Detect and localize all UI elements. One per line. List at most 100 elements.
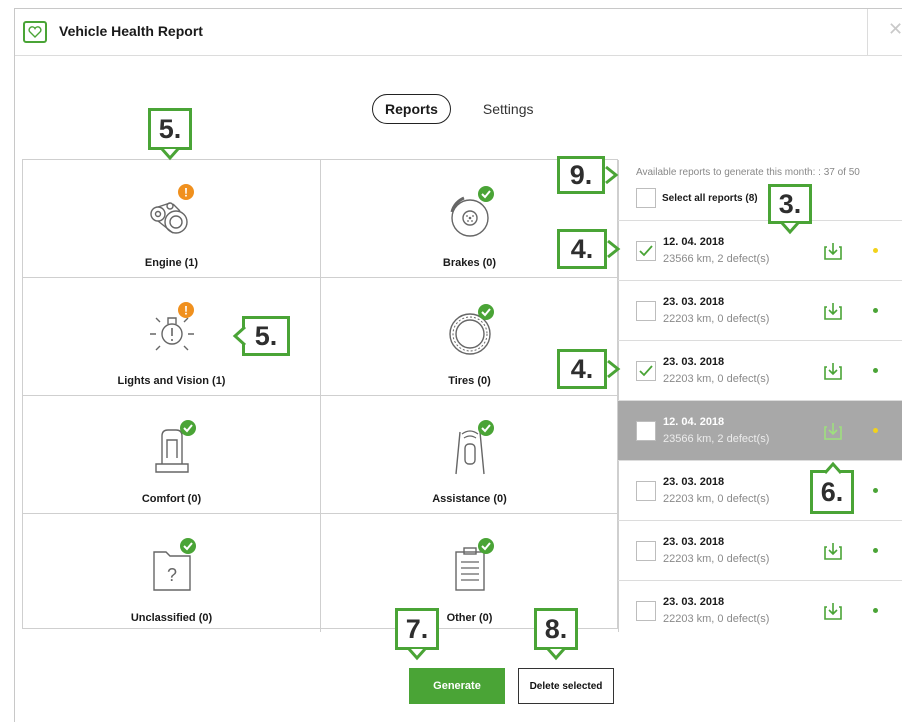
- callout-pointer: [607, 239, 621, 259]
- report-checkbox[interactable]: [636, 421, 656, 441]
- report-row[interactable]: 23. 03. 2018 22203 km, 0 defect(s): [618, 280, 902, 340]
- callout-pointer: [823, 461, 843, 474]
- report-row[interactable]: 23. 03. 2018 22203 km, 0 defect(s): [618, 460, 902, 520]
- report-summary: 22203 km, 0 defect(s): [663, 313, 770, 325]
- callout-pointer: [780, 222, 800, 235]
- svg-text:?: ?: [166, 565, 176, 585]
- category-comfort[interactable]: Comfort (0): [23, 396, 321, 514]
- reports-panel: Available reports to generate this month…: [618, 159, 902, 629]
- status-dot: [873, 428, 878, 433]
- report-checkbox[interactable]: [636, 601, 656, 621]
- clipboard-icon: [454, 538, 494, 591]
- callout-pointer: [546, 648, 566, 661]
- callout-text: 4.: [570, 353, 594, 384]
- category-label: Unclassified (0): [130, 612, 213, 624]
- category-label: Comfort (0): [141, 493, 202, 505]
- download-icon[interactable]: [823, 601, 843, 621]
- callout-pointer: [160, 148, 180, 161]
- report-checkbox[interactable]: [636, 241, 656, 261]
- download-icon[interactable]: [823, 361, 843, 381]
- close-icon: ✕: [888, 19, 902, 39]
- title-bar: Vehicle Health Report ✕: [15, 9, 902, 56]
- callout-text: 7.: [405, 613, 429, 644]
- report-summary: 22203 km, 0 defect(s): [663, 373, 770, 385]
- download-icon[interactable]: [823, 421, 843, 441]
- callout-pointer: [607, 359, 621, 379]
- status-dot: [873, 488, 878, 493]
- callout-pointer: [605, 165, 619, 185]
- category-unclassified[interactable]: ? Unclassified (0): [23, 514, 321, 632]
- status-dot: [873, 368, 878, 373]
- select-all-reports[interactable]: Select all reports (8): [636, 187, 758, 209]
- heart-icon: [23, 21, 47, 43]
- report-date: 23. 03. 2018: [663, 476, 725, 488]
- report-summary: 22203 km, 0 defect(s): [663, 553, 770, 565]
- category-grid: ! Engine (1) Brakes (0) ! Lights and Vis…: [22, 159, 619, 632]
- callout-label: 5.: [232, 316, 290, 356]
- callout-text: 5.: [158, 113, 182, 144]
- report-checkbox[interactable]: [636, 481, 656, 501]
- report-date: 23. 03. 2018: [663, 296, 725, 308]
- callout-label: 6.: [810, 461, 854, 514]
- report-row[interactable]: 23. 03. 2018 22203 km, 0 defect(s): [618, 580, 902, 629]
- report-date: 12. 04. 2018: [663, 236, 725, 248]
- status-dot: [873, 608, 878, 613]
- callout-text: 5.: [254, 320, 278, 351]
- report-checkbox[interactable]: [636, 361, 656, 381]
- category-engine[interactable]: ! Engine (1): [23, 160, 321, 278]
- category-label: Lights and Vision (1): [117, 375, 226, 387]
- download-icon[interactable]: [823, 541, 843, 561]
- unknown-folder-icon: ?: [152, 538, 196, 591]
- svg-text:!: !: [184, 186, 188, 200]
- status-dot: [873, 248, 878, 253]
- report-row[interactable]: 12. 04. 2018 23566 km, 2 defect(s): [618, 220, 902, 280]
- report-row[interactable]: 23. 03. 2018 22203 km, 0 defect(s): [618, 340, 902, 400]
- download-icon[interactable]: [823, 301, 843, 321]
- svg-text:!: !: [184, 304, 188, 318]
- callout-label: 5.: [148, 108, 192, 161]
- category-label: Engine (1): [144, 257, 199, 269]
- tab-bar: Reports Settings: [372, 94, 546, 124]
- select-all-label: Select all reports (8): [662, 192, 758, 204]
- available-reports-text: Available reports to generate this month…: [636, 167, 860, 178]
- generate-button[interactable]: Generate: [409, 668, 505, 704]
- report-row[interactable]: 23. 03. 2018 22203 km, 0 defect(s): [618, 520, 902, 580]
- callout-label: 4.: [557, 349, 621, 389]
- report-summary: 22203 km, 0 defect(s): [663, 613, 770, 625]
- checkmark-icon: [639, 245, 653, 257]
- callout-pointer: [232, 325, 247, 347]
- tab-settings[interactable]: Settings: [471, 95, 546, 123]
- status-dot: [873, 308, 878, 313]
- select-all-checkbox[interactable]: [636, 188, 656, 208]
- seat-icon: [154, 420, 196, 473]
- report-date: 23. 03. 2018: [663, 536, 725, 548]
- close-button[interactable]: ✕: [867, 9, 902, 56]
- tab-reports[interactable]: Reports: [372, 94, 451, 124]
- report-date: 23. 03. 2018: [663, 356, 725, 368]
- callout-label: 9.: [557, 156, 619, 194]
- report-checkbox[interactable]: [636, 541, 656, 561]
- report-date: 12. 04. 2018: [663, 416, 725, 428]
- report-summary: 23566 km, 2 defect(s): [663, 253, 770, 265]
- callout-label: 4.: [557, 229, 621, 269]
- report-row-highlighted[interactable]: 12. 04. 2018 23566 km, 2 defect(s): [618, 400, 902, 460]
- callout-text: 4.: [570, 233, 594, 264]
- window-title: Vehicle Health Report: [59, 23, 203, 39]
- callout-label: 7.: [395, 608, 439, 661]
- tire-icon: [448, 304, 494, 355]
- checkmark-icon: [639, 365, 653, 377]
- brake-disc-icon: [450, 186, 494, 237]
- callout-text: 3.: [778, 188, 802, 219]
- lane-assist-icon: [454, 420, 494, 475]
- callout-text: 9.: [569, 159, 593, 190]
- callout-text: 6.: [820, 476, 844, 507]
- light-bulb-icon: !: [149, 302, 194, 351]
- report-checkbox[interactable]: [636, 301, 656, 321]
- delete-selected-button[interactable]: Delete selected: [518, 668, 614, 704]
- download-icon[interactable]: [823, 241, 843, 261]
- callout-label: 8.: [534, 608, 578, 661]
- category-assistance[interactable]: Assistance (0): [321, 396, 619, 514]
- category-label: Assistance (0): [432, 493, 507, 505]
- status-dot: [873, 548, 878, 553]
- report-summary: 22203 km, 0 defect(s): [663, 493, 770, 505]
